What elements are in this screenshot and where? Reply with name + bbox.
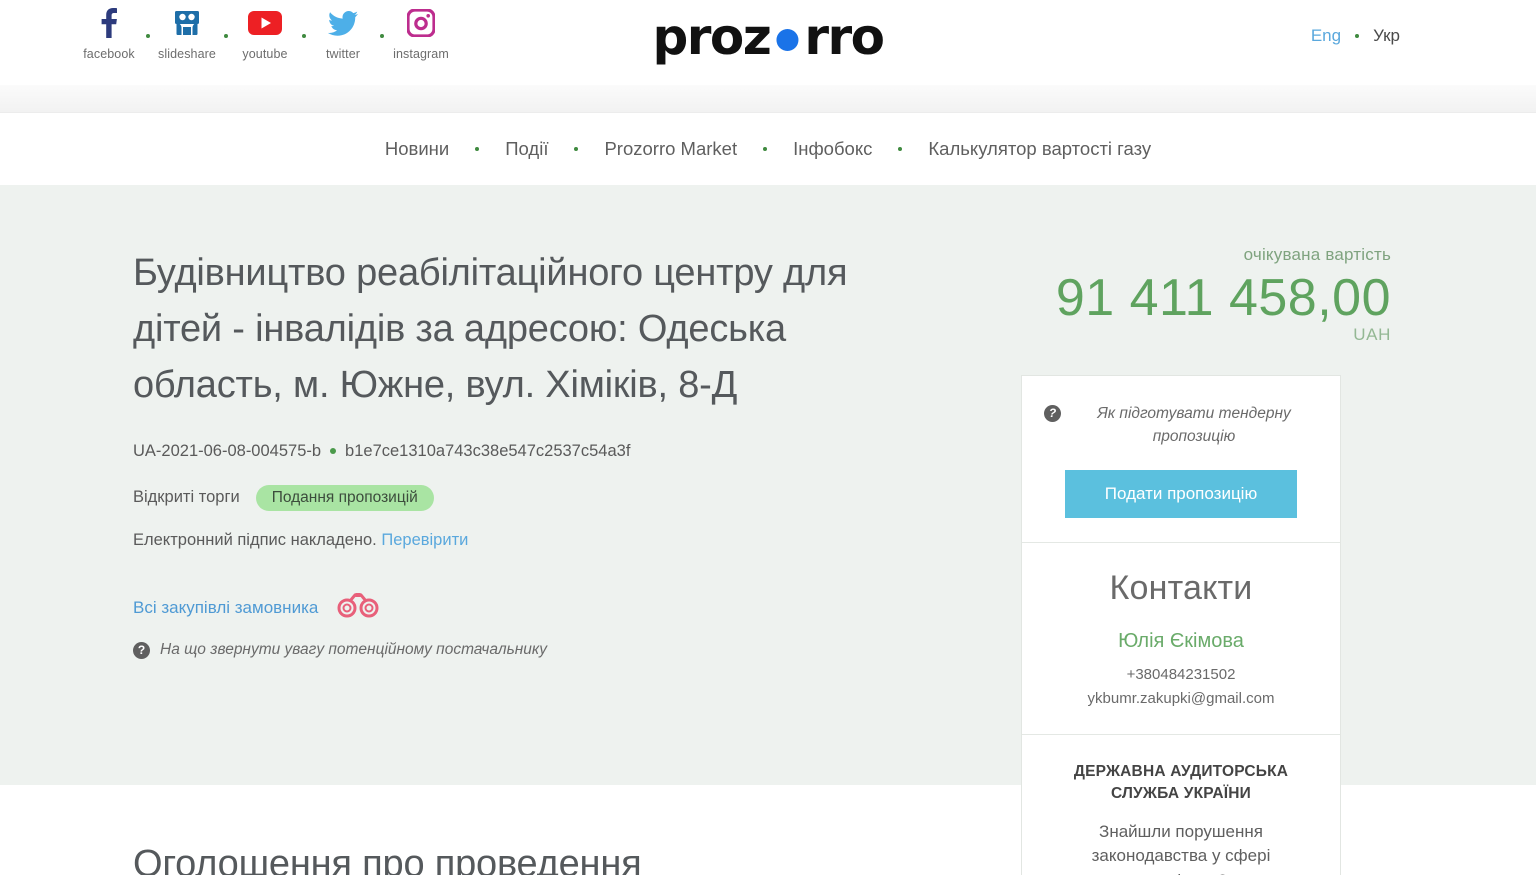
social-links: facebook slideshare youtube twitter inst… bbox=[72, 6, 458, 61]
nav-item-infobox[interactable]: Інфобокс bbox=[767, 138, 898, 160]
contact-email: ykbumr.zakupki@gmail.com bbox=[1087, 689, 1275, 707]
signature-row: Електронний підпис накладено. Перевірити bbox=[133, 531, 983, 550]
submit-proposal-button[interactable]: Подати пропозицію bbox=[1065, 470, 1297, 519]
main-navigation: Новини Події Prozorro Market Інфобокс Ка… bbox=[0, 113, 1536, 185]
status-badge: Подання пропозицій bbox=[255, 484, 434, 512]
price-label: очікувана вартість bbox=[1243, 245, 1391, 264]
social-label: instagram bbox=[393, 47, 449, 61]
header-band bbox=[0, 85, 1536, 113]
supplier-hint-text: На що звернути увагу потенційному постач… bbox=[160, 641, 547, 659]
logo-text-right: rro bbox=[804, 8, 885, 66]
question-circle-icon: ? bbox=[1044, 404, 1061, 422]
procedure-type: Відкриті торги bbox=[133, 488, 240, 507]
social-link-youtube[interactable]: youtube bbox=[228, 6, 302, 61]
social-link-slideshare[interactable]: slideshare bbox=[150, 6, 224, 61]
language-switcher: Eng Укр bbox=[1311, 26, 1400, 46]
all-purchases-row: Всі закупівлі замовника bbox=[133, 592, 983, 623]
logo-text-left: proz bbox=[652, 8, 771, 66]
submit-proposal-section: ? Як підготувати тендерну пропозицію Под… bbox=[1022, 376, 1340, 543]
tender-hero-section: Будівництво реабілітаційного центру для … bbox=[0, 185, 1536, 875]
expected-value-block: очікувана вартість 91 411 458,00 UAH bbox=[983, 245, 1403, 345]
lang-option-ukr[interactable]: Укр bbox=[1373, 26, 1400, 46]
facebook-icon bbox=[98, 6, 120, 40]
social-label: facebook bbox=[83, 47, 135, 61]
instagram-icon bbox=[407, 6, 435, 40]
top-header: facebook slideshare youtube twitter inst… bbox=[0, 0, 1536, 85]
nav-item-news[interactable]: Новини bbox=[359, 138, 475, 160]
nav-item-gas-calculator[interactable]: Калькулятор вартості газу bbox=[902, 138, 1177, 160]
logo-dot-icon bbox=[776, 29, 799, 51]
question-circle-icon: ? bbox=[133, 641, 150, 659]
verify-signature-link[interactable]: Перевірити bbox=[381, 531, 468, 549]
prozorro-logo[interactable]: proz rro bbox=[652, 8, 885, 66]
tender-id: UA-2021-06-08-004575-b bbox=[133, 441, 322, 460]
lang-option-eng[interactable]: Eng bbox=[1311, 26, 1341, 46]
sidebar-card: ? Як підготувати тендерну пропозицію Под… bbox=[1021, 374, 1341, 875]
audit-service-section: ДЕРЖАВНА АУДИТОРСЬКА СЛУЖБА УКРАЇНИ Знай… bbox=[1022, 733, 1340, 875]
social-label: youtube bbox=[242, 47, 288, 61]
social-link-twitter[interactable]: twitter bbox=[306, 6, 380, 61]
separator-dot bbox=[1355, 34, 1360, 38]
price-value: 91 411 458,00 bbox=[1055, 269, 1391, 327]
contacts-section: Контакти Юлія Єкімова +380484231502 ykbu… bbox=[1022, 542, 1340, 734]
tender-sidebar: очікувана вартість 91 411 458,00 UAH ? Я… bbox=[983, 245, 1403, 875]
audit-service-question: Знайшли порушення законодавства у сфері … bbox=[1091, 821, 1271, 875]
social-link-instagram[interactable]: instagram bbox=[384, 6, 458, 61]
slideshare-icon bbox=[172, 6, 202, 40]
tender-status-row: Відкриті торги Подання пропозицій bbox=[133, 484, 983, 512]
separator-dot bbox=[330, 448, 337, 455]
prepare-proposal-text: Як підготувати тендерну пропозицію bbox=[1097, 404, 1291, 446]
signature-text: Електронний підпис накладено. bbox=[133, 531, 377, 550]
contacts-title: Контакти bbox=[1109, 569, 1253, 608]
twitter-icon bbox=[328, 6, 358, 40]
tender-title: Будівництво реабілітаційного центру для … bbox=[133, 252, 848, 407]
contact-phone: +380484231502 bbox=[1126, 666, 1236, 684]
nav-item-prozorro-market[interactable]: Prozorro Market bbox=[578, 138, 763, 160]
tender-hash: b1e7ce1310a743c38e547c2537c54a3f bbox=[345, 441, 631, 460]
tender-identifiers: UA-2021-06-08-004575-b b1e7ce1310a743c38… bbox=[133, 442, 983, 461]
social-label: slideshare bbox=[158, 47, 216, 61]
social-label: twitter bbox=[325, 47, 361, 61]
audit-service-title: ДЕРЖАВНА АУДИТОРСЬКА СЛУЖБА УКРАЇНИ bbox=[1073, 762, 1289, 803]
youtube-icon bbox=[248, 6, 282, 40]
tender-summary: Будівництво реабілітаційного центру для … bbox=[123, 245, 983, 875]
social-link-facebook[interactable]: facebook bbox=[72, 6, 146, 61]
supplier-hint-row[interactable]: ? На що звернути увагу потенційному пост… bbox=[133, 641, 983, 659]
prepare-proposal-link[interactable]: ? Як підготувати тендерну пропозицію bbox=[1044, 402, 1318, 449]
nav-item-events[interactable]: Події bbox=[479, 138, 574, 160]
binoculars-icon[interactable] bbox=[336, 592, 380, 623]
contact-name: Юлія Єкімова bbox=[1118, 630, 1244, 653]
all-purchases-link[interactable]: Всі закупівлі замовника bbox=[133, 598, 318, 618]
